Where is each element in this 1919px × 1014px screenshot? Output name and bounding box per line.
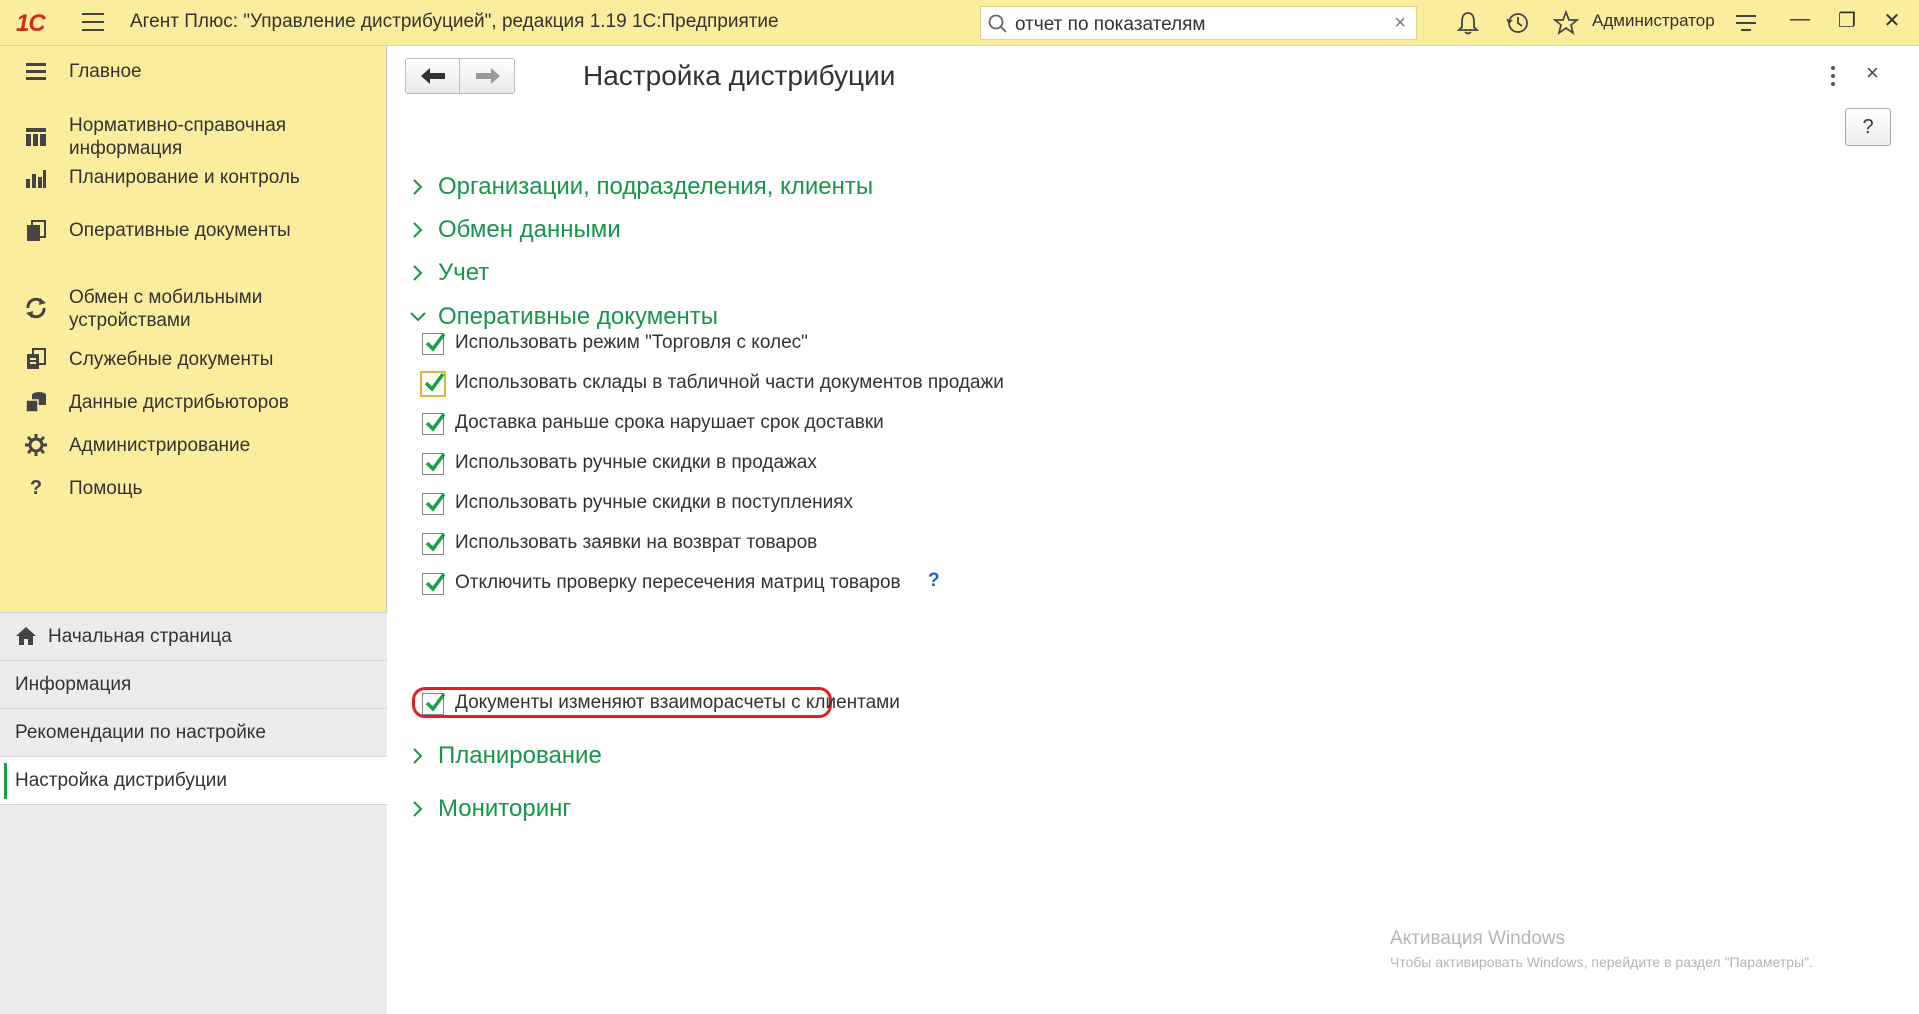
sidebar-item-label: Помощь bbox=[69, 478, 143, 499]
chevron-right-icon bbox=[413, 265, 423, 281]
checkbox-label: Использовать ручные скидки в поступления… bbox=[455, 492, 853, 513]
arrow-right-icon bbox=[476, 68, 500, 84]
checkmark-icon bbox=[425, 532, 446, 552]
watermark-subtitle: Чтобы активировать Windows, перейдите в … bbox=[1390, 954, 1813, 970]
checkbox[interactable] bbox=[420, 371, 446, 397]
settings-menu-icon[interactable] bbox=[1733, 10, 1759, 36]
arrow-left-icon bbox=[421, 68, 445, 84]
nav-label: Настройка дистрибуции bbox=[15, 770, 227, 791]
app-logo: 1С bbox=[16, 10, 46, 37]
catalog-icon bbox=[26, 128, 46, 146]
checkbox[interactable] bbox=[422, 692, 446, 715]
forward-button[interactable] bbox=[461, 59, 515, 93]
checkmark-icon bbox=[425, 492, 446, 512]
help-button[interactable]: ? bbox=[1845, 108, 1891, 146]
group-label: Планирование bbox=[438, 742, 602, 769]
checkbox[interactable] bbox=[422, 572, 446, 595]
gear-icon bbox=[25, 434, 47, 456]
minimize-icon[interactable]: — bbox=[1787, 8, 1813, 36]
nav-distribution-settings[interactable]: Настройка дистрибуции bbox=[0, 757, 387, 805]
checkbox-label: Использовать склады в табличной части до… bbox=[455, 372, 1004, 393]
question-icon: ? bbox=[29, 477, 43, 499]
search-input[interactable]: отчет по показателям × bbox=[980, 6, 1417, 40]
group-label: Мониторинг bbox=[438, 795, 572, 822]
service-docs-icon bbox=[27, 348, 46, 369]
checkmark-icon bbox=[425, 692, 446, 712]
checkbox-label: Использовать ручные скидки в продажах bbox=[455, 452, 817, 473]
back-button[interactable] bbox=[406, 59, 460, 93]
home-icon bbox=[16, 627, 36, 645]
checkmark-icon bbox=[424, 372, 445, 392]
documents-icon bbox=[27, 220, 46, 241]
restore-icon[interactable]: ❐ bbox=[1834, 8, 1860, 36]
chevron-right-icon bbox=[413, 801, 423, 817]
checkbox[interactable] bbox=[422, 332, 446, 355]
windows-activation-watermark: Активация Windows Чтобы активировать Win… bbox=[1390, 928, 1813, 970]
checkmark-icon bbox=[425, 332, 446, 352]
sidebar-item-label: Оперативные документы bbox=[69, 220, 291, 241]
checkbox[interactable] bbox=[422, 492, 446, 515]
nav-label: Начальная страница bbox=[48, 626, 232, 647]
title-bar: 1С Агент Плюс: "Управление дистрибуцией"… bbox=[0, 0, 1919, 46]
sidebar: Главное Нормативно-справочная информация … bbox=[0, 46, 387, 1014]
nav-recommendations[interactable]: Рекомендации по настройке bbox=[0, 709, 387, 757]
chevron-right-icon bbox=[413, 222, 423, 238]
checkmark-icon bbox=[425, 412, 446, 432]
checkbox[interactable] bbox=[422, 532, 446, 555]
checkmark-icon bbox=[425, 572, 446, 592]
sidebar-item-label: Администрирование bbox=[69, 435, 251, 456]
star-icon[interactable] bbox=[1553, 10, 1579, 36]
history-icon[interactable] bbox=[1505, 10, 1531, 36]
open-pages-panel: Начальная страница Информация Рекомендац… bbox=[0, 612, 387, 1014]
checkbox-label: Доставка раньше срока нарушает срок дост… bbox=[455, 412, 884, 433]
nav-label: Рекомендации по настройке bbox=[15, 722, 266, 743]
field-help-icon[interactable]: ? bbox=[928, 570, 940, 592]
checkmark-icon bbox=[425, 452, 446, 472]
chevron-down-icon bbox=[410, 312, 426, 322]
user-name[interactable]: Администратор bbox=[1592, 11, 1715, 31]
chevron-right-icon bbox=[413, 179, 423, 195]
main-panel: Настройка дистрибуции × ? Организации, п… bbox=[388, 46, 1919, 1014]
checkbox-label: Использовать заявки на возврат товаров bbox=[455, 532, 818, 553]
nav-home[interactable]: Начальная страница bbox=[0, 613, 387, 661]
sidebar-item-label: Планирование и контроль bbox=[69, 167, 300, 188]
page-title: Настройка дистрибуции bbox=[583, 60, 896, 91]
menu-lines-icon bbox=[26, 63, 46, 80]
app-title: Агент Плюс: "Управление дистрибуцией", р… bbox=[130, 11, 779, 32]
bar-chart-icon bbox=[26, 170, 46, 188]
nav-information[interactable]: Информация bbox=[0, 661, 387, 709]
more-actions-icon[interactable] bbox=[1828, 64, 1838, 88]
checkbox-label: Документы изменяют взаиморасчеты с клиен… bbox=[455, 692, 900, 713]
nav-label: Информация bbox=[15, 674, 132, 695]
history-nav bbox=[405, 58, 515, 94]
sidebar-item-label: Данные дистрибьюторов bbox=[69, 392, 289, 413]
group-label: Оперативные документы bbox=[438, 303, 719, 330]
chevron-right-icon bbox=[413, 748, 423, 764]
sidebar-item-label: Служебные документы bbox=[69, 349, 274, 370]
sidebar-item-label: Нормативно-справочная информация bbox=[69, 115, 287, 159]
checkbox-label: Отключить проверку пересечения матриц то… bbox=[455, 572, 901, 593]
checkbox[interactable] bbox=[422, 412, 446, 435]
group-label: Учет bbox=[438, 259, 490, 286]
distributor-data-icon bbox=[25, 392, 46, 413]
sidebar-item-label: Главное bbox=[69, 61, 142, 82]
checkbox-label: Использовать режим "Торговля с колес" bbox=[455, 332, 808, 353]
search-icon bbox=[988, 14, 1007, 33]
watermark-title: Активация Windows bbox=[1390, 928, 1566, 949]
close-page-icon[interactable]: × bbox=[1866, 60, 1879, 86]
group-label: Обмен данными bbox=[438, 216, 621, 243]
bell-icon[interactable] bbox=[1455, 10, 1481, 36]
close-window-icon[interactable]: ✕ bbox=[1879, 8, 1905, 36]
search-value: отчет по показателям bbox=[1015, 14, 1206, 35]
checkbox[interactable] bbox=[422, 452, 446, 475]
clear-search-icon[interactable]: × bbox=[1394, 12, 1406, 35]
sidebar-item-label: Обмен с мобильными устройствами bbox=[69, 287, 263, 331]
group-label: Организации, подразделения, клиенты bbox=[438, 173, 874, 200]
main-menu-icon[interactable] bbox=[82, 13, 104, 33]
sync-icon bbox=[26, 297, 46, 319]
